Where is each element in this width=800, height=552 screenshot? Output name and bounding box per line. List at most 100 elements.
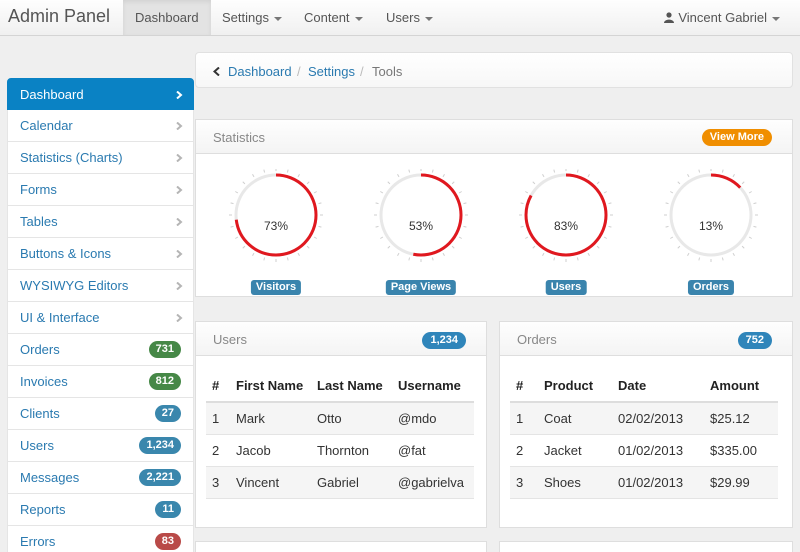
sidebar-item-label: Buttons & Icons [20, 246, 112, 261]
gauge-dial [664, 169, 758, 262]
nav-content-dropdown[interactable]: Content [292, 0, 375, 35]
users-count-badge: 1,234 [422, 332, 466, 349]
view-more-button[interactable]: View More [701, 129, 772, 146]
gauge-tick [603, 236, 607, 239]
column-header[interactable]: Amount [704, 370, 778, 403]
column-header[interactable]: Product [538, 370, 612, 403]
column-header[interactable]: Username [392, 370, 474, 403]
gauge-tick [732, 252, 735, 256]
gauge-tick [286, 257, 289, 261]
sidebar-item-ui-interface[interactable]: UI & Interface [7, 302, 194, 334]
sidebar-item-label: Errors [20, 534, 56, 549]
gauge-tick [665, 202, 669, 205]
sidebar-item-label: WYSIWYG Editors [20, 278, 129, 293]
count-badge: 27 [154, 405, 181, 422]
gauge-tick [587, 252, 590, 256]
column-header[interactable]: Last Name [311, 370, 392, 403]
table-cell: 01/02/2013 [612, 466, 704, 499]
sidebar-item-statistics-charts[interactable]: Statistics (Charts) [7, 142, 194, 174]
statistics-panel: Statistics View More 73% Visitors 53% Page … [195, 119, 793, 297]
sidebar-item-dashboard[interactable]: Dashboard [7, 78, 194, 110]
top-navbar: Admin Panel Dashboard Settings Content U… [0, 0, 800, 36]
gauge-tick [542, 252, 545, 256]
table-row[interactable]: 3 Shoes 01/02/2013 $29.99 [510, 466, 778, 499]
breadcrumb-link-dashboard[interactable]: Dashboard [228, 64, 292, 79]
table-row[interactable]: 2 Jacket 01/02/2013 $335.00 [510, 434, 778, 467]
gauge-tick [263, 169, 266, 173]
gauge-tick [306, 245, 310, 249]
gauge-tick [442, 174, 445, 178]
sidebar-item-forms[interactable]: Forms [7, 174, 194, 206]
sidebar-item-invoices[interactable]: Invoices 812 [7, 366, 194, 398]
count-badge: 1,234 [139, 437, 181, 454]
sidebar-item-messages[interactable]: Messages 2,221 [7, 462, 194, 494]
panel-title: Users [213, 332, 247, 347]
gauge-tick [596, 245, 600, 249]
sidebar-item-label: Calendar [20, 118, 73, 133]
gauge-tick [525, 236, 529, 239]
gauge-tick [721, 257, 724, 261]
nav-settings-dropdown[interactable]: Settings [210, 0, 294, 35]
table-row[interactable]: 1 Mark Otto @mdo [206, 402, 474, 435]
nav-dashboard-label: Dashboard [135, 10, 199, 25]
sidebar-item-reports[interactable]: Reports 11 [7, 494, 194, 526]
table-row[interactable]: 2 Jacob Thornton @fat [206, 434, 474, 467]
table-row[interactable]: 3 Vincent Gabriel @gabrielva [206, 466, 474, 499]
column-header[interactable]: Date [612, 370, 704, 403]
gauge-tick [375, 202, 379, 205]
sidebar-item-label: Reports [20, 502, 66, 517]
sidebar-item-errors[interactable]: Errors 83 [7, 526, 194, 552]
sidebar-item-buttons-icons[interactable]: Buttons & Icons [7, 238, 194, 270]
chevron-right-icon [176, 91, 183, 99]
orders-panel: Orders 752 # Product Date Amount 1 Coat 02/02/… [499, 321, 793, 528]
users-table: # First Name Last Name Username 1 Mark Otto @md… [206, 370, 474, 499]
gauge-value: 13% [698, 219, 724, 233]
orders-table: # Product Date Amount 1 Coat 02/02/2013 $25.12 2… [510, 370, 778, 499]
orders-count-badge: 752 [737, 332, 772, 349]
chevron-right-icon [176, 218, 183, 226]
sidebar-item-users[interactable]: Users 1,234 [7, 430, 194, 462]
user-menu-dropdown[interactable]: Vincent Gabriel [652, 0, 800, 35]
nav-dashboard[interactable]: Dashboard [123, 0, 211, 35]
count-badge: 11 [155, 501, 181, 518]
column-header[interactable]: # [206, 370, 230, 403]
breadcrumb-separator: / [297, 64, 301, 79]
gauge-tick [687, 252, 690, 256]
gauge-tick [286, 169, 289, 173]
gauge-tick [698, 169, 701, 173]
chevron-right-icon [176, 154, 183, 162]
gauge-tick [230, 202, 234, 205]
sidebar-item-clients[interactable]: Clients 27 [7, 398, 194, 430]
gauge-value: 53% [408, 219, 434, 233]
breadcrumb-current: Tools [372, 64, 403, 79]
gauge-tick [677, 245, 681, 249]
column-header[interactable]: First Name [230, 370, 311, 403]
chevron-left-icon[interactable] [213, 67, 221, 76]
nav-settings-label: Settings [222, 10, 269, 25]
gauge-value: 73% [263, 219, 289, 233]
sidebar-item-calendar[interactable]: Calendar [7, 110, 194, 142]
table-cell: Mark [230, 402, 311, 435]
sidebar-nav: Dashboard Calendar Statistics (Charts) Form… [7, 78, 194, 552]
table-cell: $29.99 [704, 466, 778, 499]
gauge-tick [387, 245, 391, 249]
gauge-tick [380, 236, 384, 239]
table-cell: Shoes [538, 466, 612, 499]
chevron-right-icon [176, 282, 183, 290]
brand-title[interactable]: Admin Panel [8, 6, 110, 27]
nav-users-dropdown[interactable]: Users [374, 0, 445, 35]
table-cell: @gabrielva [392, 466, 474, 499]
column-header[interactable]: # [510, 370, 538, 403]
gauge-tick [732, 174, 735, 178]
table-row[interactable]: 1 Coat 02/02/2013 $25.12 [510, 402, 778, 435]
breadcrumb-link-settings[interactable]: Settings [308, 64, 355, 79]
gauge-visitors: 73% Visitors [227, 169, 325, 297]
gauge-tick [587, 174, 590, 178]
users-panel-header: Users 1,234 [196, 322, 486, 356]
sidebar-item-orders[interactable]: Orders 731 [7, 334, 194, 366]
gauge-tick [235, 236, 239, 239]
sidebar-item-wysiwyg-editors[interactable]: WYSIWYG Editors [7, 270, 194, 302]
gauge-tick [463, 202, 467, 205]
sidebar-item-tables[interactable]: Tables [7, 206, 194, 238]
sidebar-item-label: Users [20, 438, 54, 453]
